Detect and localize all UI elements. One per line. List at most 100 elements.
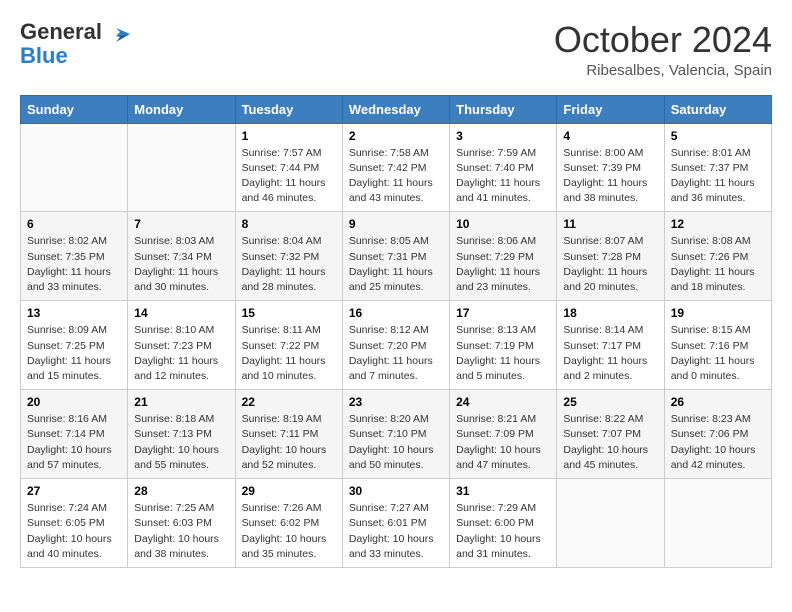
calendar-cell: 1Sunrise: 7:57 AM Sunset: 7:44 PM Daylig… [235, 123, 342, 212]
location: Ribesalbes, Valencia, Spain [554, 62, 772, 79]
day-number: 15 [242, 306, 336, 320]
day-info: Sunrise: 8:06 AM Sunset: 7:29 PM Dayligh… [456, 234, 550, 295]
calendar-cell [21, 123, 128, 212]
calendar-cell [557, 479, 664, 568]
logo-line2: Blue [20, 44, 68, 68]
calendar-cell: 21 Sunrise: 8:18 AM Sunset: 7:13 PM Dayli… [128, 390, 235, 479]
day-number: 19 [671, 306, 765, 320]
day-info: Sunrise: 8:04 AM Sunset: 7:32 PM Dayligh… [242, 234, 336, 295]
day-number: 27 [27, 484, 121, 498]
weekday-header-thursday: Thursday [450, 95, 557, 123]
logo: General Blue [20, 20, 130, 68]
calendar-cell: 24 Sunrise: 8:21 AM Sunset: 7:09 PM Dayli… [450, 390, 557, 479]
calendar-cell: 8 Sunrise: 8:04 AM Sunset: 7:32 PM Daylig… [235, 212, 342, 301]
calendar-cell: 17 Sunrise: 8:13 AM Sunset: 7:19 PM Dayli… [450, 301, 557, 390]
calendar-cell: 25Sunrise: 8:22 AM Sunset: 7:07 PM Dayli… [557, 390, 664, 479]
day-number: 20 [27, 395, 121, 409]
day-number: 22 [242, 395, 336, 409]
calendar-cell: 12 Sunrise: 8:08 AM Sunset: 7:26 PM Dayli… [664, 212, 771, 301]
day-number: 8 [242, 217, 336, 231]
day-number: 17 [456, 306, 550, 320]
weekday-header-tuesday: Tuesday [235, 95, 342, 123]
calendar-cell: 10 Sunrise: 8:06 AM Sunset: 7:29 PM Dayli… [450, 212, 557, 301]
logo-bird-icon [108, 26, 130, 44]
calendar-week-5: 27 Sunrise: 7:24 AM Sunset: 6:05 PM Dayli… [21, 479, 772, 568]
day-number: 12 [671, 217, 765, 231]
day-number: 26 [671, 395, 765, 409]
calendar-cell: 13 Sunrise: 8:09 AM Sunset: 7:25 PM Dayli… [21, 301, 128, 390]
calendar-cell: 30 Sunrise: 7:27 AM Sunset: 6:01 PM Dayli… [342, 479, 449, 568]
day-number: 5 [671, 129, 765, 143]
calendar-cell: 15 Sunrise: 8:11 AM Sunset: 7:22 PM Dayli… [235, 301, 342, 390]
day-info: Sunrise: 7:25 AM Sunset: 6:03 PM Dayligh… [134, 501, 228, 562]
day-number: 23 [349, 395, 443, 409]
calendar-cell [128, 123, 235, 212]
logo-text: General [20, 20, 130, 44]
day-number: 7 [134, 217, 228, 231]
calendar-cell: 6Sunrise: 8:02 AM Sunset: 7:35 PM Daylig… [21, 212, 128, 301]
day-number: 21 [134, 395, 228, 409]
calendar-cell: 19 Sunrise: 8:15 AM Sunset: 7:16 PM Dayli… [664, 301, 771, 390]
calendar-cell: 11 Sunrise: 8:07 AM Sunset: 7:28 PM Dayli… [557, 212, 664, 301]
day-info: Sunrise: 8:16 AM Sunset: 7:14 PM Dayligh… [27, 412, 121, 473]
weekday-header-monday: Monday [128, 95, 235, 123]
day-info: Sunrise: 8:23 AM Sunset: 7:06 PM Dayligh… [671, 412, 765, 473]
calendar-cell: 29Sunrise: 7:26 AM Sunset: 6:02 PM Dayli… [235, 479, 342, 568]
day-number: 25 [563, 395, 657, 409]
page-header: General Blue October 2024 Ribesalbes, Va… [20, 20, 772, 79]
day-info: Sunrise: 8:02 AM Sunset: 7:35 PM Dayligh… [27, 234, 121, 295]
day-number: 31 [456, 484, 550, 498]
day-number: 30 [349, 484, 443, 498]
day-info: Sunrise: 8:08 AM Sunset: 7:26 PM Dayligh… [671, 234, 765, 295]
day-info: Sunrise: 8:05 AM Sunset: 7:31 PM Dayligh… [349, 234, 443, 295]
calendar-cell: 4 Sunrise: 8:00 AM Sunset: 7:39 PM Daylig… [557, 123, 664, 212]
calendar-week-2: 6Sunrise: 8:02 AM Sunset: 7:35 PM Daylig… [21, 212, 772, 301]
day-number: 28 [134, 484, 228, 498]
day-info: Sunrise: 8:12 AM Sunset: 7:20 PM Dayligh… [349, 323, 443, 384]
calendar-cell: 27 Sunrise: 7:24 AM Sunset: 6:05 PM Dayli… [21, 479, 128, 568]
day-number: 29 [242, 484, 336, 498]
day-info: Sunrise: 8:15 AM Sunset: 7:16 PM Dayligh… [671, 323, 765, 384]
day-number: 2 [349, 129, 443, 143]
day-number: 10 [456, 217, 550, 231]
day-info: Sunrise: 7:57 AM Sunset: 7:44 PM Dayligh… [242, 146, 336, 207]
day-info: Sunrise: 8:09 AM Sunset: 7:25 PM Dayligh… [27, 323, 121, 384]
calendar-cell: 20 Sunrise: 8:16 AM Sunset: 7:14 PM Dayli… [21, 390, 128, 479]
day-info: Sunrise: 8:19 AM Sunset: 7:11 PM Dayligh… [242, 412, 336, 473]
day-info: Sunrise: 8:11 AM Sunset: 7:22 PM Dayligh… [242, 323, 336, 384]
calendar-cell: 26 Sunrise: 8:23 AM Sunset: 7:06 PM Dayli… [664, 390, 771, 479]
calendar-cell: 28 Sunrise: 7:25 AM Sunset: 6:03 PM Dayli… [128, 479, 235, 568]
day-info: Sunrise: 8:07 AM Sunset: 7:28 PM Dayligh… [563, 234, 657, 295]
calendar-cell: 22 Sunrise: 8:19 AM Sunset: 7:11 PM Dayli… [235, 390, 342, 479]
day-info: Sunrise: 7:59 AM Sunset: 7:40 PM Dayligh… [456, 146, 550, 207]
day-info: Sunrise: 8:20 AM Sunset: 7:10 PM Dayligh… [349, 412, 443, 473]
calendar-cell: 18Sunrise: 8:14 AM Sunset: 7:17 PM Dayli… [557, 301, 664, 390]
day-number: 3 [456, 129, 550, 143]
day-number: 13 [27, 306, 121, 320]
day-info: Sunrise: 8:03 AM Sunset: 7:34 PM Dayligh… [134, 234, 228, 295]
weekday-header-sunday: Sunday [21, 95, 128, 123]
day-info: Sunrise: 7:27 AM Sunset: 6:01 PM Dayligh… [349, 501, 443, 562]
calendar-cell: 7 Sunrise: 8:03 AM Sunset: 7:34 PM Daylig… [128, 212, 235, 301]
day-info: Sunrise: 8:00 AM Sunset: 7:39 PM Dayligh… [563, 146, 657, 207]
weekday-header-wednesday: Wednesday [342, 95, 449, 123]
day-number: 11 [563, 217, 657, 231]
day-info: Sunrise: 8:13 AM Sunset: 7:19 PM Dayligh… [456, 323, 550, 384]
day-info: Sunrise: 8:21 AM Sunset: 7:09 PM Dayligh… [456, 412, 550, 473]
month-title: October 2024 [554, 20, 772, 60]
calendar-table: SundayMondayTuesdayWednesdayThursdayFrid… [20, 95, 772, 568]
day-number: 16 [349, 306, 443, 320]
calendar-week-3: 13 Sunrise: 8:09 AM Sunset: 7:25 PM Dayli… [21, 301, 772, 390]
calendar-cell: 16 Sunrise: 8:12 AM Sunset: 7:20 PM Dayli… [342, 301, 449, 390]
calendar-cell: 23 Sunrise: 8:20 AM Sunset: 7:10 PM Dayli… [342, 390, 449, 479]
day-number: 4 [563, 129, 657, 143]
day-info: Sunrise: 7:58 AM Sunset: 7:42 PM Dayligh… [349, 146, 443, 207]
day-info: Sunrise: 8:18 AM Sunset: 7:13 PM Dayligh… [134, 412, 228, 473]
day-info: Sunrise: 7:29 AM Sunset: 6:00 PM Dayligh… [456, 501, 550, 562]
day-number: 24 [456, 395, 550, 409]
calendar-cell: 3 Sunrise: 7:59 AM Sunset: 7:40 PM Daylig… [450, 123, 557, 212]
calendar-cell: 5Sunrise: 8:01 AM Sunset: 7:37 PM Daylig… [664, 123, 771, 212]
calendar-cell: 2 Sunrise: 7:58 AM Sunset: 7:42 PM Daylig… [342, 123, 449, 212]
calendar-cell: 14Sunrise: 8:10 AM Sunset: 7:23 PM Dayli… [128, 301, 235, 390]
day-info: Sunrise: 7:24 AM Sunset: 6:05 PM Dayligh… [27, 501, 121, 562]
